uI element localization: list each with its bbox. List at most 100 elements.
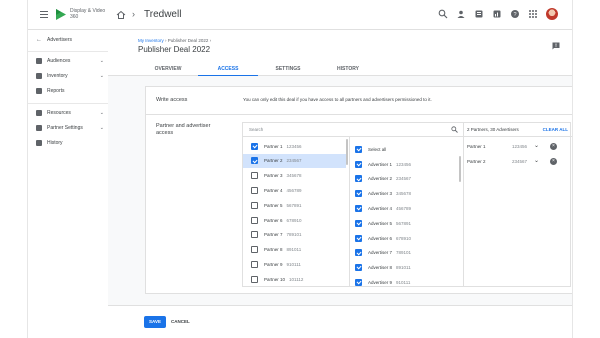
top-bar: Display & Video 360 › Tredwell ? (28, 0, 572, 30)
chevron-down-icon[interactable]: ⌄ (534, 157, 539, 164)
advertiser-checkbox[interactable] (355, 204, 362, 212)
advertiser-checkbox[interactable] (355, 264, 362, 272)
partner-row[interactable]: Partner 9 910111 (243, 257, 346, 271)
search-icon[interactable] (438, 9, 448, 19)
advertiser-checkbox[interactable] (355, 175, 362, 183)
selected-id: 123456 (512, 144, 528, 149)
partner-checkbox[interactable] (251, 275, 258, 283)
clear-all-button[interactable]: CLEAR ALL (543, 127, 568, 132)
partner-id: 234567 (286, 158, 302, 164)
sidebar-item-advertisers[interactable]: ← Advertisers (36, 37, 104, 43)
advertiser-row[interactable]: Advertiser 8 891011 (355, 261, 455, 275)
advertiser-row[interactable]: Advertiser 1 123456 (355, 157, 455, 171)
partner-id: 456789 (286, 187, 302, 193)
partner-checkbox[interactable] (251, 231, 258, 239)
advertiser-checkbox[interactable] (355, 278, 362, 286)
top-icons: ? (438, 8, 558, 20)
advertiser-row[interactable]: Advertiser 6 678910 (355, 231, 455, 245)
partner-row[interactable]: Partner 8 891011 (243, 243, 346, 257)
sidebar-item-partner-settings[interactable]: Partner Settings ⌄ (36, 125, 104, 131)
advertiser-name: Advertiser 9 (368, 279, 393, 285)
menu-icon[interactable] (40, 11, 48, 18)
sidebar-item-reports[interactable]: Reports (36, 88, 104, 94)
partner-checkbox[interactable] (251, 201, 258, 209)
person-add-icon[interactable] (456, 9, 466, 19)
advertiser-row[interactable]: Advertiser 2 234567 (355, 172, 455, 186)
partner-checkbox[interactable] (251, 216, 258, 224)
search-input[interactable]: Search (249, 127, 263, 132)
partner-checkbox[interactable] (251, 186, 258, 194)
partner-row[interactable]: Partner 1 123456 (243, 139, 346, 153)
dv360-logo (56, 9, 66, 20)
select-all-row[interactable]: Select all (355, 142, 455, 156)
partner-checkbox[interactable] (251, 142, 258, 150)
advertiser-id: 789101 (396, 250, 412, 256)
tab-settings[interactable]: SETTINGS (258, 63, 318, 76)
partner-id: 345678 (286, 173, 302, 179)
sidebar-item-inventory[interactable]: Inventory ⌄ (36, 73, 104, 79)
partner-row[interactable]: Partner 4 456789 (243, 183, 346, 197)
partner-advertiser-picker: Search Partner 1 123456 Partner 2 234567 Par… (242, 122, 572, 289)
access-card: Write access You can only edit this deal… (145, 86, 572, 294)
breadcrumb-separator: › (209, 38, 212, 43)
advertiser-row[interactable]: Advertiser 7 789101 (355, 246, 455, 260)
reports-icon (36, 88, 42, 94)
advertiser-checkbox[interactable] (355, 219, 362, 227)
feedback-icon[interactable] (552, 42, 560, 50)
remove-icon[interactable]: × (550, 143, 557, 150)
chevron-down-icon: ⌄ (99, 125, 104, 131)
partner-checkbox[interactable] (251, 157, 258, 165)
sidebar-item-audiences[interactable]: Audiences ⌄ (36, 58, 104, 64)
advertiser-row[interactable]: Advertiser 4 456789 (355, 201, 455, 215)
partner-row[interactable]: Partner 7 789101 (243, 228, 346, 242)
avatar[interactable] (546, 8, 558, 20)
advertiser-checkbox[interactable] (355, 234, 362, 242)
advertiser-row[interactable]: Advertiser 3 345678 (355, 187, 455, 201)
partner-row[interactable]: Partner 6 678910 (243, 213, 346, 227)
partner-checkbox[interactable] (251, 260, 258, 268)
partner-checkbox[interactable] (251, 172, 258, 180)
partner-name: Partner 8 (264, 247, 283, 253)
notifications-icon[interactable] (474, 9, 484, 19)
partner-scrollbar[interactable] (346, 139, 348, 165)
partner-row[interactable]: Partner 5 567891 (243, 198, 346, 212)
cancel-button[interactable]: CANCEL (171, 316, 190, 328)
selected-item: Partner 2 234567 ⌄ × (464, 155, 572, 169)
partner-row[interactable]: Partner 3 345678 (243, 169, 346, 183)
chart-icon[interactable] (492, 9, 502, 19)
advertiser-id: 567891 (396, 220, 412, 226)
partner-row[interactable]: Partner 10 101112 (243, 272, 346, 286)
apps-icon[interactable] (528, 9, 538, 19)
advertiser-scrollbar[interactable] (459, 156, 461, 182)
sidebar-item-history[interactable]: History (36, 140, 104, 146)
advertiser-checkbox[interactable] (355, 160, 362, 168)
partner-name: Partner 10 (264, 276, 286, 282)
select-all-label: Select all (368, 146, 387, 152)
advertiser-checkbox[interactable] (355, 249, 362, 257)
save-button[interactable]: SAVE (144, 316, 166, 328)
help-icon[interactable]: ? (510, 9, 520, 19)
select-all-checkbox[interactable] (355, 145, 362, 153)
write-access-row: Write access You can only edit this deal… (146, 87, 572, 115)
sidebar-item-resources[interactable]: Resources ⌄ (36, 110, 104, 116)
page-title: Publisher Deal 2022 (138, 45, 211, 54)
tab-access[interactable]: ACCESS (198, 63, 258, 76)
selection-summary: 2 Partners, 30 Advertisers (467, 127, 519, 132)
advertiser-row[interactable]: Advertiser 5 567891 (355, 216, 455, 230)
chevron-down-icon: ⌄ (99, 58, 104, 64)
home-icon[interactable] (116, 10, 126, 20)
tab-overview[interactable]: OVERVIEW (138, 63, 198, 76)
chevron-down-icon[interactable]: ⌄ (534, 142, 539, 149)
partner-checkbox[interactable] (251, 246, 258, 254)
advertiser-row[interactable]: Advertiser 9 910111 (355, 275, 455, 289)
sidebar-divider (28, 51, 108, 52)
breadcrumb-link[interactable]: My Inventory (138, 38, 164, 43)
advertiser-checkbox[interactable] (355, 190, 362, 198)
partner-row[interactable]: Partner 2 234567 (243, 153, 346, 168)
remove-icon[interactable]: × (550, 157, 557, 165)
tab-history[interactable]: HISTORY (318, 63, 378, 76)
search-icon (451, 126, 458, 133)
advertiser-title[interactable]: Tredwell (144, 9, 181, 20)
partner-name: Partner 5 (264, 202, 283, 208)
search-row[interactable]: Search (243, 123, 463, 137)
